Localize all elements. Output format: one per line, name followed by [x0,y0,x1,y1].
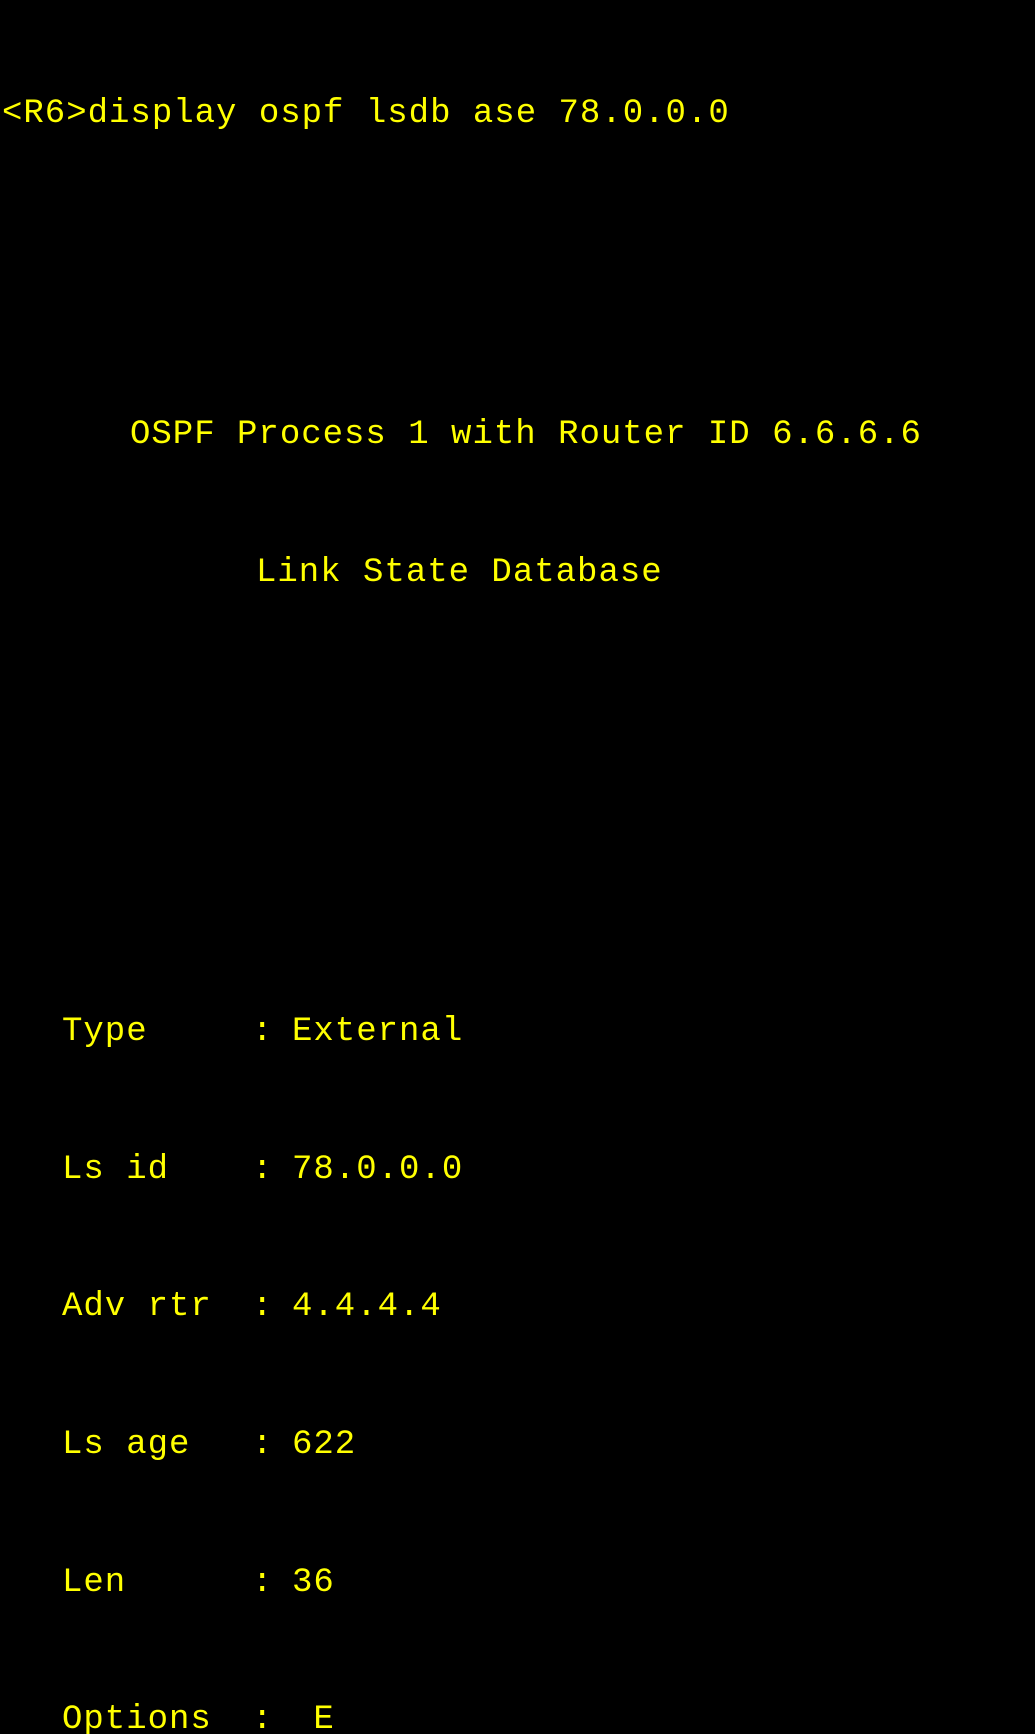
row-options: Options: E [62,1698,1035,1734]
lsa-details: Type:External Ls id:78.0.0.0 Adv rtr:4.4… [0,918,1035,1734]
value-type: External [292,1010,463,1056]
ospf-process-line: OSPF Process 1 with Router ID 6.6.6.6 [0,413,1035,459]
separator: : [252,1148,292,1194]
separator: : [252,1285,292,1331]
value-options: E [292,1698,335,1734]
row-lsage: Ls age:622 [62,1423,1035,1469]
terminal-output: <R6>display ospf lsdb ase 78.0.0.0 OSPF … [0,0,1035,1734]
row-type: Type:External [62,1010,1035,1056]
command-prompt-line[interactable]: <R6>display ospf lsdb ase 78.0.0.0 [0,92,1035,138]
row-lsid: Ls id:78.0.0.0 [62,1148,1035,1194]
prompt-close: > [66,95,87,133]
hostname: R6 [23,95,66,133]
label-advrtr: Adv rtr [62,1285,252,1331]
value-lsage: 622 [292,1423,356,1469]
label-options: Options [62,1698,252,1734]
row-len: Len:36 [62,1561,1035,1607]
separator: : [252,1423,292,1469]
value-lsid: 78.0.0.0 [292,1148,463,1194]
label-len: Len [62,1561,252,1607]
command-text: display ospf lsdb ase 78.0.0.0 [88,95,730,133]
label-type: Type [62,1010,252,1056]
separator: : [252,1561,292,1607]
value-len: 36 [292,1561,335,1607]
separator: : [252,1698,292,1734]
prompt-open: < [2,95,23,133]
ospf-header: OSPF Process 1 with Router ID 6.6.6.6 Li… [0,321,1035,688]
label-lsid: Ls id [62,1148,252,1194]
separator: : [252,1010,292,1056]
label-lsage: Ls age [62,1423,252,1469]
value-advrtr: 4.4.4.4 [292,1285,442,1331]
row-advrtr: Adv rtr:4.4.4.4 [62,1285,1035,1331]
lsdb-title-line: Link State Database [0,551,1035,597]
